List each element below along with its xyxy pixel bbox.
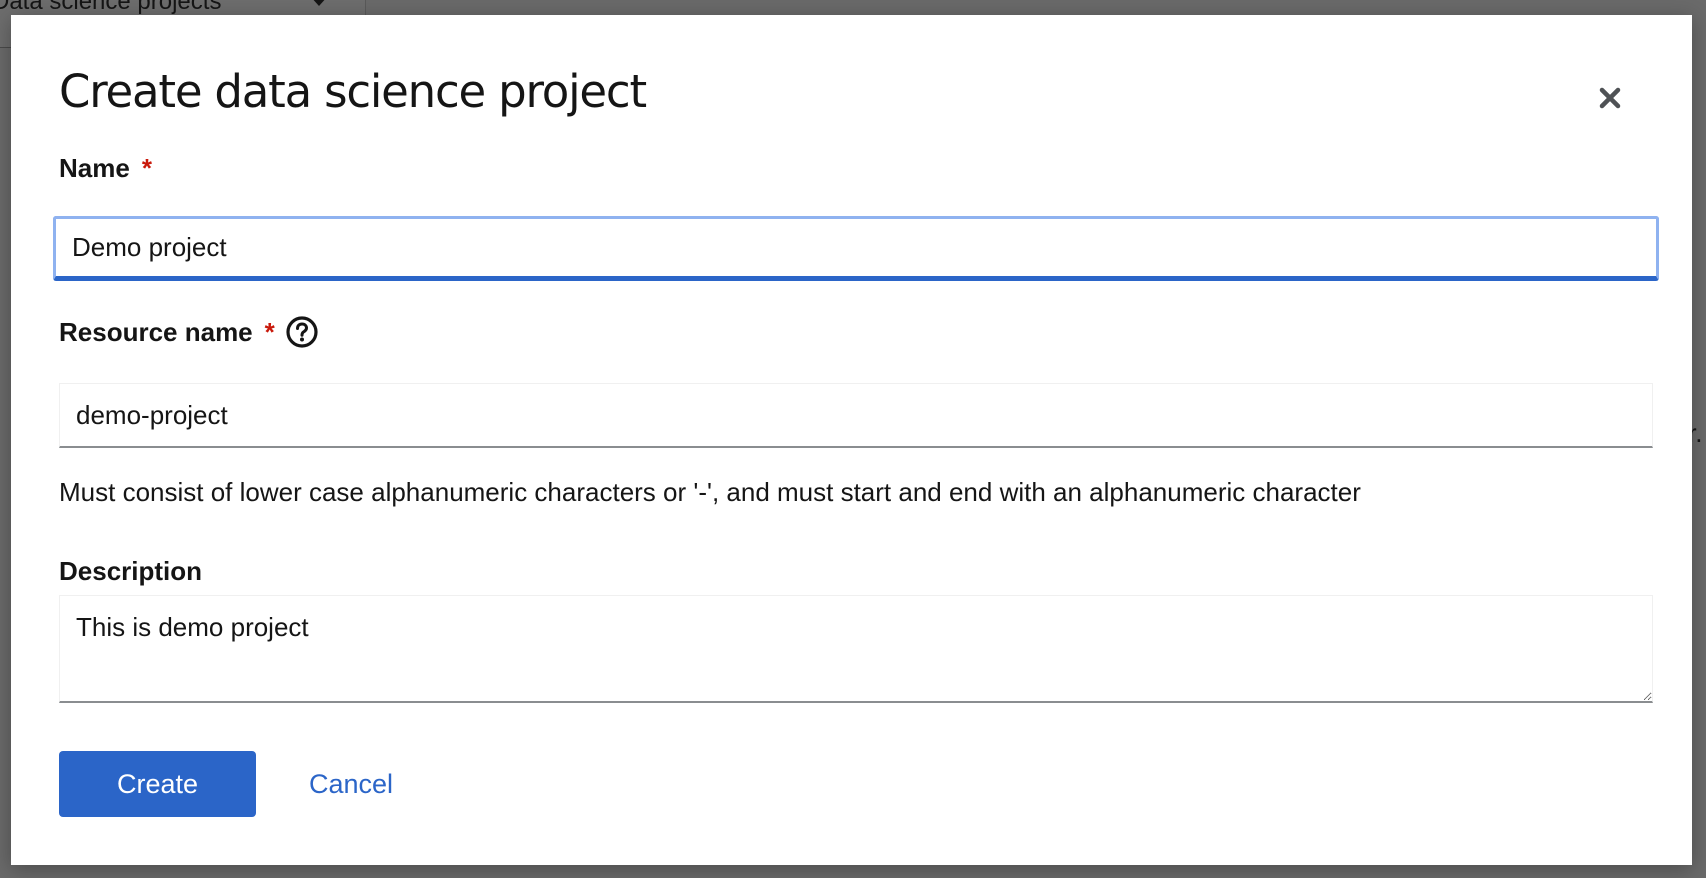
close-icon [1599,87,1621,109]
description-textarea[interactable]: This is demo project [59,595,1653,703]
close-button[interactable] [1593,81,1627,115]
name-field-label: Name * [59,153,152,184]
create-button[interactable]: Create [59,751,256,817]
resource-name-label-text: Resource name [59,316,253,347]
create-project-modal: Create data science project Name * Resou… [11,15,1692,865]
resource-name-helper-text: Must consist of lower case alphanumeric … [59,477,1361,507]
question-circle-icon[interactable] [285,315,319,349]
description-field-label: Description [59,556,202,587]
cancel-button[interactable]: Cancel [301,751,401,817]
resource-name-field-label: Resource name * [59,315,319,349]
required-marker: * [264,316,275,347]
resource-name-input[interactable] [59,383,1653,448]
caret-down-icon [310,0,328,6]
name-label-text: Name [59,153,130,183]
description-label-text: Description [59,556,203,586]
required-marker: * [141,153,152,183]
name-input[interactable] [53,216,1659,281]
modal-title: Create data science project [59,65,647,118]
project-selector-label: Data science projects [0,0,222,15]
